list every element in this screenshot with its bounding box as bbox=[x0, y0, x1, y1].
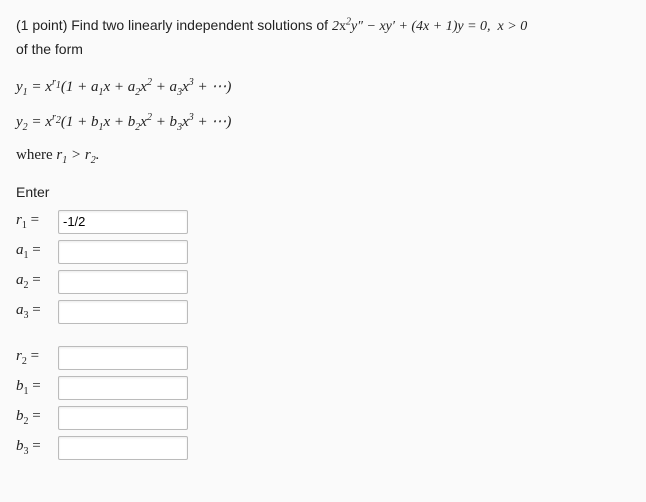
label-r1: r1 = bbox=[16, 212, 58, 231]
row-r1: r1 = bbox=[16, 210, 630, 234]
row-a2: a2 = bbox=[16, 270, 630, 294]
row-b1: b1 = bbox=[16, 376, 630, 400]
label-a2: a2 = bbox=[16, 272, 58, 291]
input-r2[interactable] bbox=[58, 346, 188, 370]
row-b2: b2 = bbox=[16, 406, 630, 430]
input-b2[interactable] bbox=[58, 406, 188, 430]
label-a3: a3 = bbox=[16, 302, 58, 321]
input-r1[interactable] bbox=[58, 210, 188, 234]
points-label: (1 point) bbox=[16, 17, 67, 33]
label-b3: b3 = bbox=[16, 438, 58, 457]
y2-equation: y2 = xr2(1 + b1x + b2x2 + b3x3 + ⋯) bbox=[16, 112, 630, 133]
ode-equation: 2x2y″ − xy′ + (4x + 1)y = 0, x > 0 bbox=[332, 19, 527, 34]
row-r2: r2 = bbox=[16, 346, 630, 370]
input-a2[interactable] bbox=[58, 270, 188, 294]
row-a1: a1 = bbox=[16, 240, 630, 264]
group-b: r2 = b1 = b2 = b3 = bbox=[16, 346, 630, 460]
label-b1: b1 = bbox=[16, 378, 58, 397]
page: (1 point) Find two linearly independent … bbox=[0, 0, 646, 502]
label-a1: a1 = bbox=[16, 242, 58, 261]
row-a3: a3 = bbox=[16, 300, 630, 324]
input-a1[interactable] bbox=[58, 240, 188, 264]
problem-lead: Find two linearly independent solutions … bbox=[67, 17, 332, 33]
y1-equation: y1 = xr1(1 + a1x + a2x2 + a3x3 + ⋯) bbox=[16, 77, 630, 98]
input-a3[interactable] bbox=[58, 300, 188, 324]
group-a: r1 = a1 = a2 = a3 = bbox=[16, 210, 630, 324]
input-b3[interactable] bbox=[58, 436, 188, 460]
label-b2: b2 = bbox=[16, 408, 58, 427]
enter-label: Enter bbox=[16, 184, 630, 200]
input-b1[interactable] bbox=[58, 376, 188, 400]
row-b3: b3 = bbox=[16, 436, 630, 460]
problem-statement: (1 point) Find two linearly independent … bbox=[16, 14, 630, 61]
label-r2: r2 = bbox=[16, 348, 58, 367]
problem-tail: of the form bbox=[16, 41, 83, 57]
where-clause: where r1 > r2. bbox=[16, 147, 630, 166]
